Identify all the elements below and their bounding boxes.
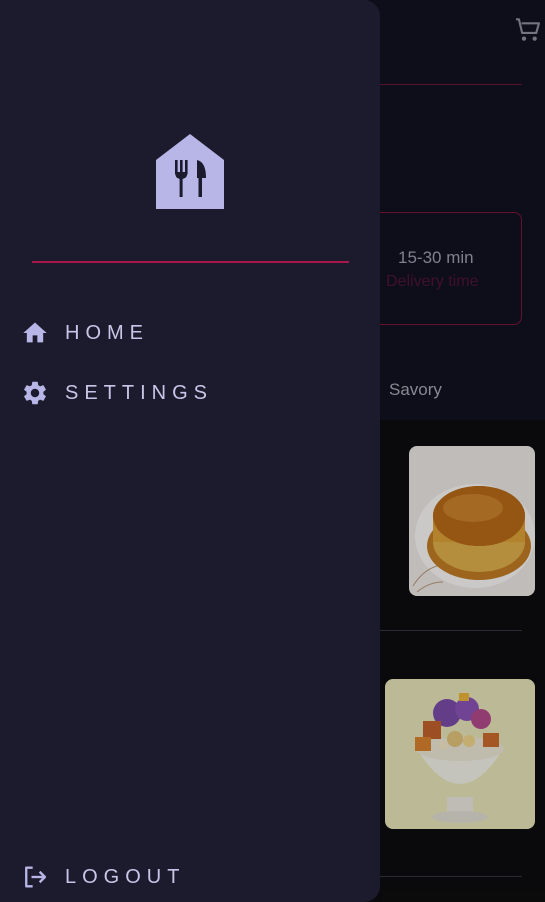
gear-icon — [20, 378, 50, 408]
nav-label-home: HOME — [65, 321, 149, 344]
home-icon — [20, 318, 50, 348]
restaurant-logo-icon — [156, 134, 224, 209]
drawer-divider — [32, 261, 349, 263]
logout-icon — [20, 862, 50, 892]
nav-label-settings: SETTINGS — [65, 381, 214, 404]
nav-item-logout[interactable]: LOGOUT — [20, 857, 185, 897]
nav-item-settings[interactable]: SETTINGS — [20, 373, 213, 413]
navigation-drawer: HOME SETTINGS LOGOUT — [0, 0, 380, 902]
nav-label-logout: LOGOUT — [65, 865, 186, 888]
nav-item-home[interactable]: HOME — [20, 313, 149, 353]
